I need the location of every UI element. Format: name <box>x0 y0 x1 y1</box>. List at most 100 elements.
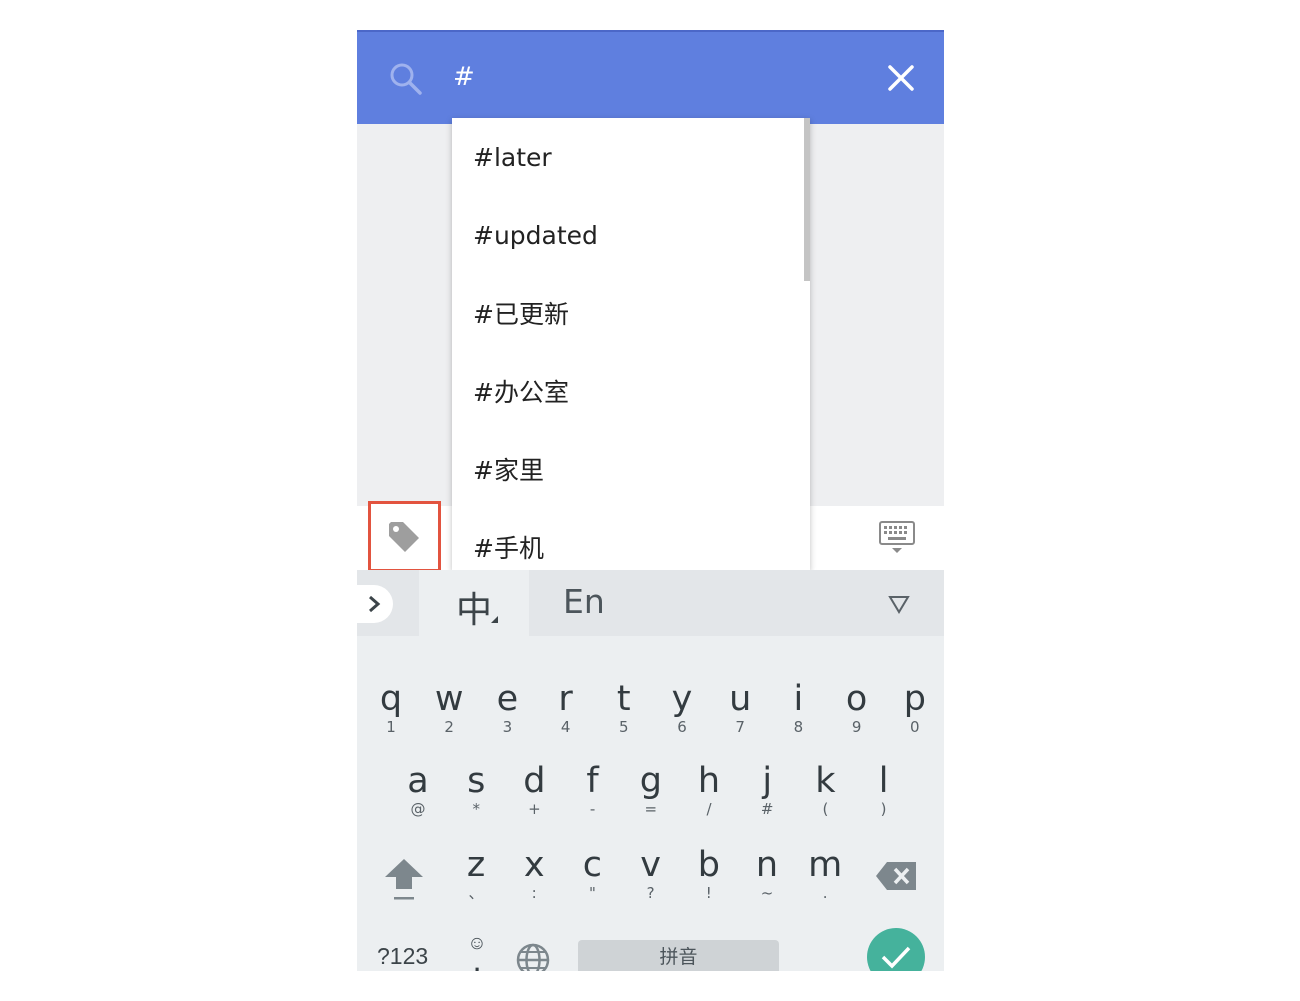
keyboard-hide-icon[interactable] <box>879 521 915 555</box>
key-s[interactable]: s * <box>450 762 502 832</box>
tag-suggestion-item[interactable]: #later <box>452 118 810 196</box>
key-secondary-label: # <box>760 800 774 818</box>
key-secondary-label: 4 <box>560 718 571 736</box>
key-z[interactable]: z、 <box>450 846 502 916</box>
key-label: y <box>671 679 693 719</box>
key-label: z <box>466 845 486 885</box>
key-label: q <box>379 679 403 719</box>
search-input[interactable]: # <box>453 62 475 92</box>
key-secondary-label: 8 <box>793 718 804 736</box>
tag-suggestion-item[interactable]: #家里 <box>452 430 810 508</box>
key-secondary-label: / <box>706 800 712 818</box>
checkmark-icon <box>881 946 911 969</box>
symbols-key[interactable]: ?123 <box>377 943 428 970</box>
key-secondary-label: 、 <box>468 884 484 902</box>
key-n[interactable]: n ~ <box>741 846 793 916</box>
key-secondary-label: * <box>472 800 480 818</box>
key-secondary-label: 0 <box>910 718 920 736</box>
key-secondary-label: 5 <box>619 718 629 736</box>
key-a[interactable]: a @ <box>392 762 444 832</box>
key-secondary-label: " <box>588 884 596 902</box>
key-label: l <box>878 761 889 801</box>
search-bar: # <box>357 30 944 124</box>
key-secondary-label: - <box>589 800 596 818</box>
key-c[interactable]: c " <box>566 846 618 916</box>
key-i[interactable]: i8 <box>772 680 824 750</box>
english-mode-button[interactable]: En <box>563 582 605 621</box>
key-e[interactable]: e3 <box>481 680 533 750</box>
key-label: h <box>697 761 721 801</box>
key-label: i <box>793 679 804 719</box>
key-label: u <box>729 679 752 719</box>
mode-corner-indicator <box>491 616 498 623</box>
key-label: c <box>582 845 603 885</box>
key-f[interactable]: f- <box>567 762 619 832</box>
key-label: k <box>815 761 836 801</box>
key-m[interactable]: m. <box>799 846 851 916</box>
key-t[interactable]: t5 <box>598 680 650 750</box>
app-screen: # #later #updated #已更新 #办公室 #家里 #手机 中 En… <box>357 30 944 971</box>
key-d[interactable]: d + <box>508 762 560 832</box>
key-b[interactable]: b! <box>683 846 735 916</box>
period-key[interactable]: 。 <box>813 951 839 971</box>
key-label: a <box>407 761 429 801</box>
key-secondary-label: ~ <box>760 884 774 902</box>
tag-button[interactable] <box>368 501 441 572</box>
dropdown-scrollbar[interactable] <box>804 118 810 281</box>
soft-keyboard: 中 En q 1 w 2 e 3 r 4 t 5 y 6 u 7 i 8 o 9 p 0 a @ s * d + f - g = h / j # k… <box>357 570 944 971</box>
key-p[interactable]: p0 <box>889 680 941 750</box>
key-label: s <box>467 761 486 801</box>
key-label: x <box>523 845 545 885</box>
key-secondary-label: 1 <box>386 718 396 736</box>
key-label: p <box>903 679 926 719</box>
key-label: o <box>845 679 868 719</box>
key-secondary-label: . <box>822 884 828 902</box>
key-label: n <box>755 845 779 885</box>
tag-suggestion-dropdown: #later #updated #已更新 #办公室 #家里 #手机 <box>452 118 810 570</box>
key-secondary-label: ? <box>646 884 655 902</box>
key-secondary-label: : <box>531 884 537 902</box>
chevron-right-icon <box>369 595 381 613</box>
comma-label: , <box>473 951 481 972</box>
enter-key[interactable] <box>867 928 925 971</box>
collapse-triangle-icon[interactable] <box>888 594 910 614</box>
key-u[interactable]: u7 <box>714 680 766 750</box>
key-secondary-label: 6 <box>677 718 687 736</box>
key-secondary-label: @ <box>410 800 426 818</box>
tag-suggestion-item[interactable]: #已更新 <box>452 274 810 352</box>
tag-suggestion-item[interactable]: #办公室 <box>452 352 810 430</box>
key-k[interactable]: k( <box>799 762 851 832</box>
key-label: d <box>523 761 546 801</box>
key-label: e <box>496 679 519 719</box>
key-r[interactable]: r4 <box>540 680 592 750</box>
key-g[interactable]: g = <box>625 762 677 832</box>
key-o[interactable]: o9 <box>831 680 883 750</box>
tag-suggestion-item[interactable]: #手机 <box>452 508 810 570</box>
key-y[interactable]: y6 <box>656 680 708 750</box>
space-key[interactable]: 拼音 <box>578 940 779 971</box>
tag-suggestion-item[interactable]: #updated <box>452 196 810 274</box>
chinese-mode-button[interactable]: 中 <box>419 570 529 636</box>
key-secondary-label: ( <box>822 800 829 818</box>
close-icon[interactable] <box>887 64 915 92</box>
emoji-key[interactable]: ☺ , <box>465 933 489 971</box>
key-label: b <box>697 845 720 885</box>
key-w[interactable]: w2 <box>423 680 475 750</box>
key-l[interactable]: l) <box>858 762 910 832</box>
key-h[interactable]: h / <box>683 762 735 832</box>
key-x[interactable]: x: <box>508 846 560 916</box>
search-icon[interactable] <box>389 62 423 96</box>
key-secondary-label: 3 <box>502 718 513 736</box>
key-label: v <box>640 845 661 885</box>
key-q[interactable]: q1 <box>365 680 417 750</box>
key-label: g <box>639 761 662 801</box>
key-secondary-label: ! <box>705 884 712 902</box>
shift-key[interactable] <box>383 855 425 905</box>
key-label: f <box>586 761 599 801</box>
key-v[interactable]: v? <box>625 846 677 916</box>
key-secondary-label: 7 <box>735 718 745 736</box>
backspace-key[interactable] <box>875 861 917 891</box>
globe-icon[interactable] <box>515 942 551 971</box>
key-label: m <box>808 845 843 885</box>
key-j[interactable]: j # <box>741 762 793 832</box>
